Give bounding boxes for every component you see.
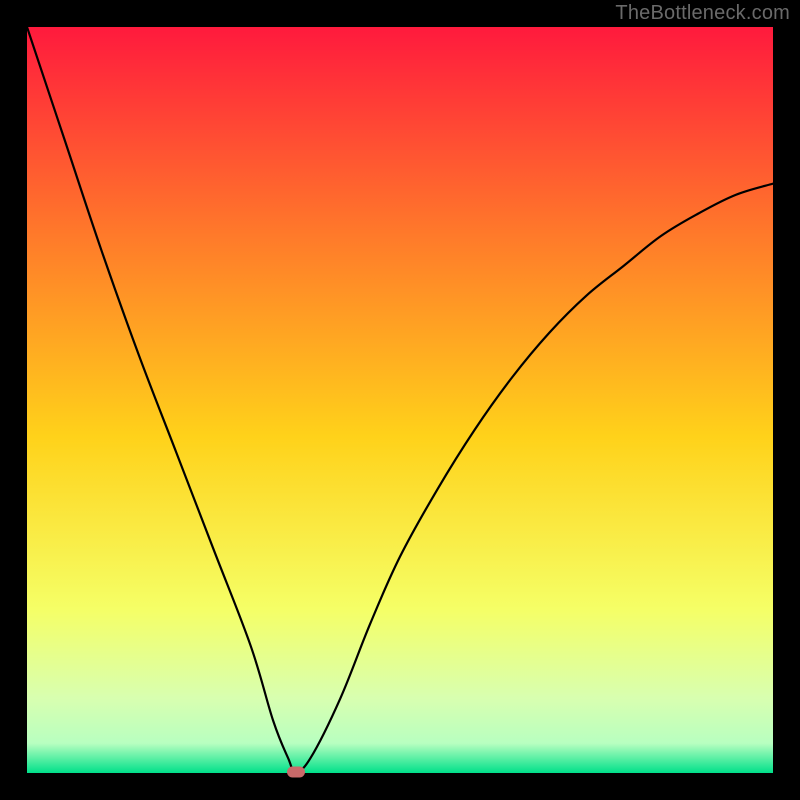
optimal-point-marker	[287, 766, 305, 777]
plot-inner	[27, 27, 773, 773]
bottleneck-curve	[27, 27, 773, 773]
watermark-text: TheBottleneck.com	[615, 2, 790, 25]
chart-frame: TheBottleneck.com	[0, 0, 800, 800]
plot-area	[27, 27, 773, 773]
